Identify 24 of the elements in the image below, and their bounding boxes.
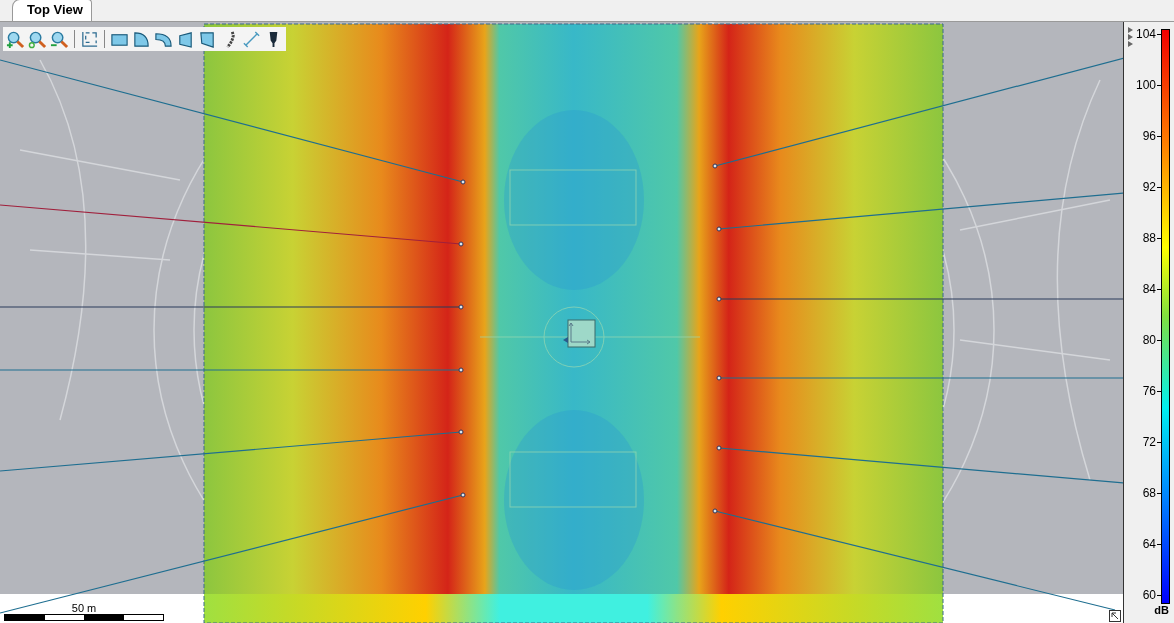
quadrilateral-icon[interactable] bbox=[198, 29, 217, 49]
floor-plan-icon[interactable] bbox=[80, 29, 99, 49]
tick-label: 88 bbox=[1142, 231, 1156, 245]
tab[interactable]: Top View bbox=[12, 0, 92, 21]
tick-label: 72 bbox=[1142, 435, 1156, 449]
scale-label: 50 m bbox=[71, 602, 97, 614]
expand-arrows-icon[interactable] bbox=[1128, 27, 1134, 47]
trapezoid-icon[interactable] bbox=[176, 29, 195, 49]
zoom-in-icon[interactable] bbox=[6, 29, 25, 49]
tick-label: 100 bbox=[1135, 78, 1156, 92]
unit-label: dB bbox=[1154, 604, 1169, 616]
tick-label: 80 bbox=[1142, 333, 1156, 347]
tick-label: 92 bbox=[1142, 180, 1156, 194]
tick-label: 76 bbox=[1142, 384, 1156, 398]
tick-label: 64 bbox=[1142, 537, 1156, 551]
coordinate-origin-icon bbox=[563, 319, 596, 348]
tick-label: 96 bbox=[1142, 129, 1156, 143]
zoom-extents-icon[interactable] bbox=[28, 29, 47, 49]
resize-corner-icon[interactable] bbox=[1109, 610, 1121, 622]
tick-label: 104 bbox=[1135, 27, 1156, 41]
tick-label: 68 bbox=[1142, 486, 1156, 500]
tick-label: 84 bbox=[1142, 282, 1156, 296]
zoom-out-icon[interactable] bbox=[50, 29, 69, 49]
tick-label: 60 bbox=[1142, 588, 1156, 602]
